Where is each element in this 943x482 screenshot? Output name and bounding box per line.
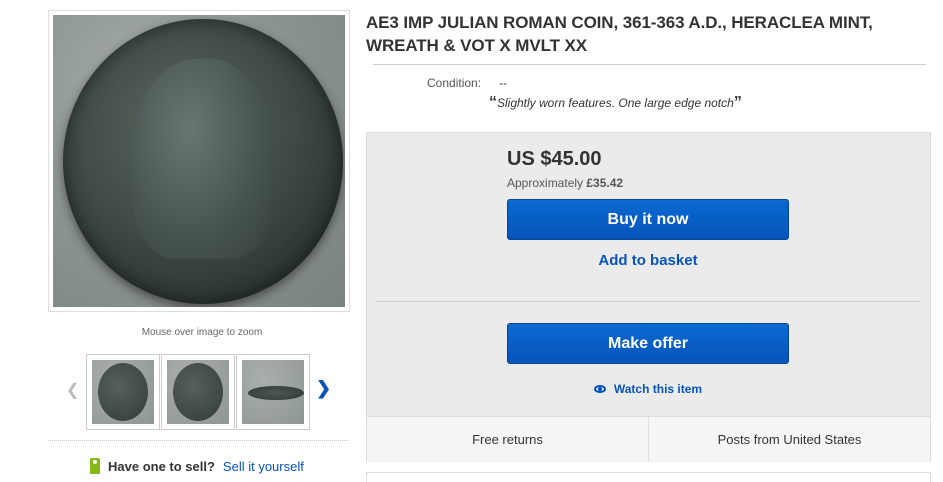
approx-prefix: Approximately [507,176,587,190]
coin-image [63,19,343,304]
divider [48,440,349,441]
thumbnail-edge[interactable] [236,354,310,430]
buy-box: US $45.00 Approximately £35.42 Buy it no… [366,132,931,462]
posts-from: Posts from United States [648,417,930,462]
close-quote: ” [733,94,742,111]
divider [373,64,926,65]
main-product-image[interactable] [48,10,350,312]
condition-note: “Slightly worn features. One large edge … [489,94,742,112]
shipping-returns-row: Free returns Posts from United States [367,416,930,462]
watch-item-link[interactable]: Watch this item [507,382,789,396]
price-tag-icon [90,458,100,474]
zoom-hint: Mouse over image to zoom [141,327,263,338]
sell-question: Have one to sell? [108,458,215,474]
thumbnail-reverse[interactable] [161,354,235,430]
free-returns: Free returns [472,432,543,447]
make-offer-button[interactable]: Make offer [507,323,789,364]
approx-price: Approximately £35.42 [507,176,623,190]
item-title: AE3 IMP JULIAN ROMAN COIN, 361-363 A.D.,… [366,13,873,55]
chevron-left-icon[interactable]: ❮ [66,380,79,400]
approx-value: £35.42 [586,176,624,190]
buy-it-now-button[interactable]: Buy it now [507,199,789,240]
price: US $45.00 [507,148,602,170]
condition-label: Condition: [427,76,482,90]
thumbnail-obverse[interactable] [86,354,160,430]
sell-it-yourself-link[interactable]: Sell it yourself [223,459,304,474]
next-section-edge [366,472,931,482]
divider [377,301,920,302]
add-to-basket-link[interactable]: Add to basket [507,252,789,269]
chevron-right-icon[interactable]: ❯ [316,378,331,399]
condition-note-text: Slightly worn features. One large edge n… [497,96,734,110]
eye-icon [593,385,606,393]
watch-label: Watch this item [613,382,703,396]
product-photo [53,15,345,307]
open-quote: “ [489,94,497,111]
sell-prompt: Have one to sell? Sell it yourself [90,458,304,474]
coin-bust [133,59,273,259]
condition-value: -- [499,76,507,90]
